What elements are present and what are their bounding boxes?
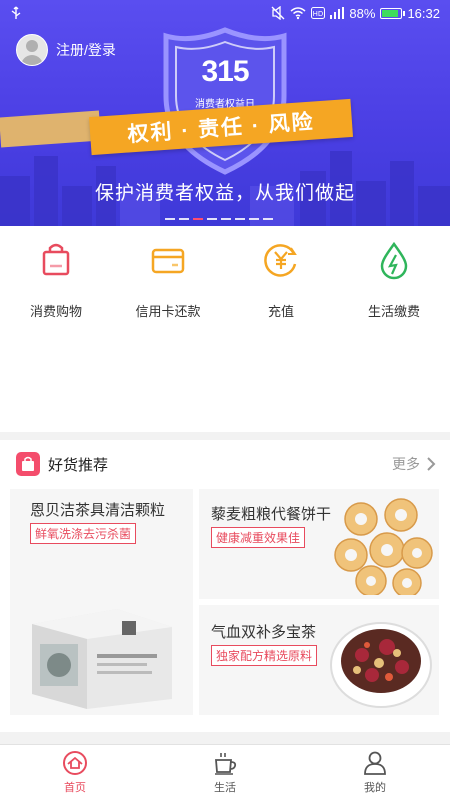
carousel-dot (235, 218, 245, 220)
banner-carousel[interactable]: 注册/登录 315 消费者权益日 权利 · 责任 · 风险 保护消费者权益，从我… (0, 0, 450, 226)
signal-icon (330, 7, 345, 19)
recommend-title: 好货推荐 (16, 452, 108, 476)
product-card-tea[interactable]: 气血双补多宝茶 独家配方精选原料 (199, 605, 439, 715)
more-label: 更多 (392, 456, 420, 472)
carousel-dot (207, 218, 217, 220)
clock: 16:32 (407, 5, 440, 21)
carousel-dot (263, 218, 273, 220)
product-tag: 独家配方精选原料 (211, 645, 318, 666)
wifi-icon (290, 7, 306, 20)
product-tag: 鲜氧洗涤去污杀菌 (30, 523, 137, 544)
tea-bowl-image (330, 622, 432, 708)
carousel-dot (165, 218, 175, 220)
quick-action-recharge[interactable]: 充值 (225, 240, 337, 320)
home-icon (63, 751, 87, 775)
tab-label: 生活 (214, 782, 236, 794)
carousel-dot (221, 218, 231, 220)
product-card-biscuit[interactable]: 藜麦粗粮代餐饼干 健康减重效果佳 (199, 489, 439, 599)
tab-mine[interactable]: 我的 (300, 745, 450, 800)
tab-label: 首页 (64, 782, 86, 794)
coffee-cup-icon (215, 753, 237, 775)
quick-action-label: 信用卡还款 (135, 304, 201, 319)
bottom-tab-bar: 首页 生活 我的 (0, 744, 450, 800)
quick-action-shopping[interactable]: 消费购物 (0, 240, 112, 320)
chevron-right-icon (427, 457, 436, 471)
tab-home[interactable]: 首页 (0, 745, 150, 800)
carousel-dot (179, 218, 189, 220)
carousel-dot-active (193, 218, 203, 220)
product-card-cleaner[interactable]: 恩贝洁茶具清洁颗粒 鲜氧洗涤去污杀菌 (10, 489, 193, 715)
water-drop-icon (380, 241, 408, 280)
login-entry[interactable]: 注册/登录 (16, 34, 116, 66)
hd-icon: HD (311, 7, 326, 19)
user-icon (364, 751, 386, 775)
tab-life[interactable]: 生活 (150, 745, 300, 800)
quick-action-label: 生活缴费 (367, 304, 420, 319)
quick-action-label: 充值 (267, 304, 294, 319)
battery-percent: 88% (349, 5, 376, 21)
tab-label: 我的 (364, 782, 386, 794)
product-tag: 健康减重效果佳 (211, 527, 306, 548)
usb-icon (11, 6, 21, 19)
recommend-section: 好货推荐 更多 恩贝洁茶具清洁颗粒 鲜氧洗涤去污杀菌 藜麦粗粮代餐饼干 健康减重… (0, 440, 450, 732)
svg-text:HD: HD (313, 10, 324, 18)
product-box-image (32, 609, 172, 709)
product-title: 气血双补多宝茶 (211, 624, 317, 641)
quick-action-utilities[interactable]: 生活缴费 (338, 240, 450, 320)
logo-number: 315 (201, 55, 249, 88)
product-title: 藜麦粗粮代餐饼干 (211, 506, 332, 523)
carousel-dot (249, 218, 259, 220)
carousel-indicator (165, 218, 273, 220)
quick-action-label: 消费购物 (29, 304, 82, 319)
banner-slogan: 保护消费者权益，从我们做起 (94, 183, 355, 204)
recommend-header: 好货推荐 更多 (16, 450, 436, 478)
recommend-title-text: 好货推荐 (48, 456, 109, 474)
bag-icon (16, 452, 40, 476)
quick-actions: 消费购物 信用卡还款 充值 生活缴费 (0, 226, 450, 432)
avatar (16, 34, 48, 66)
battery-icon (380, 7, 406, 19)
login-label: 注册/登录 (56, 42, 116, 58)
quick-action-credit-card[interactable]: 信用卡还款 (112, 240, 224, 320)
credit-card-icon (151, 248, 185, 274)
mute-icon (271, 6, 285, 20)
shopping-bag-icon (42, 243, 70, 276)
yen-recharge-icon (264, 244, 297, 277)
product-title: 恩贝洁茶具清洁颗粒 (30, 502, 166, 519)
status-bar: HD 88% 16:32 (0, 0, 450, 26)
more-link[interactable]: 更多 (392, 454, 436, 474)
biscuit-image (334, 498, 433, 595)
